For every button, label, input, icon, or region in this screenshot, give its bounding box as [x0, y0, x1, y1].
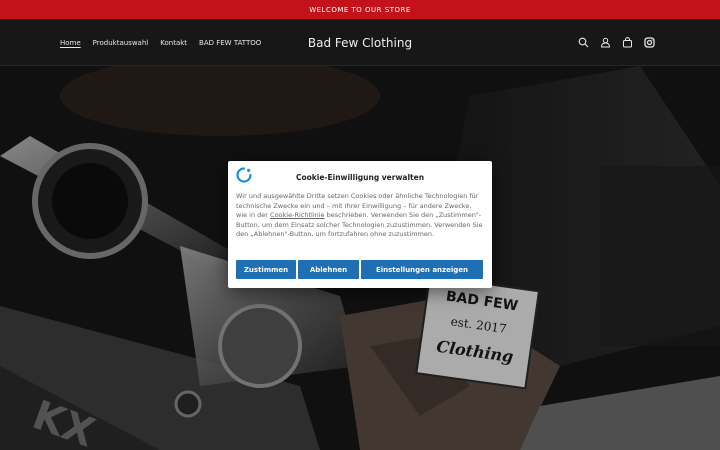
nav-item-bad-few-tattoo[interactable]: BAD FEW TATTOO [199, 39, 261, 47]
instagram-icon[interactable] [642, 36, 656, 50]
main-nav: Home Produktauswahl Kontakt BAD FEW TATT… [60, 19, 261, 66]
announcement-text: WELCOME TO OUR STORE [309, 5, 411, 14]
cookie-policy-link[interactable]: Cookie-Richtlinie [270, 211, 325, 219]
cookie-button-row: Zustimmen Ablehnen Einstellungen anzeige… [236, 260, 484, 279]
cookie-consent-dialog: Cookie-Einwilligung verwalten Wir und au… [228, 161, 492, 288]
brand-logo-text[interactable]: Bad Few Clothing [308, 36, 412, 50]
cookie-dialog-body: Wir und ausgewählte Dritte setzen Cookie… [236, 192, 484, 240]
site-header: Home Produktauswahl Kontakt BAD FEW TATT… [0, 19, 720, 66]
search-icon[interactable] [576, 36, 590, 50]
deny-button[interactable]: Ablehnen [298, 260, 359, 279]
show-settings-button[interactable]: Einstellungen anzeigen [361, 260, 483, 279]
cookie-dialog-title: Cookie-Einwilligung verwalten [295, 173, 425, 182]
account-icon[interactable] [598, 36, 612, 50]
header-icons [576, 19, 656, 66]
nav-item-produktauswahl[interactable]: Produktauswahl [93, 39, 149, 47]
nav-item-home[interactable]: Home [60, 39, 81, 47]
accept-button[interactable]: Zustimmen [236, 260, 296, 279]
announcement-bar: WELCOME TO OUR STORE [0, 0, 720, 19]
nav-item-kontakt[interactable]: Kontakt [160, 39, 187, 47]
cart-icon[interactable] [620, 36, 634, 50]
